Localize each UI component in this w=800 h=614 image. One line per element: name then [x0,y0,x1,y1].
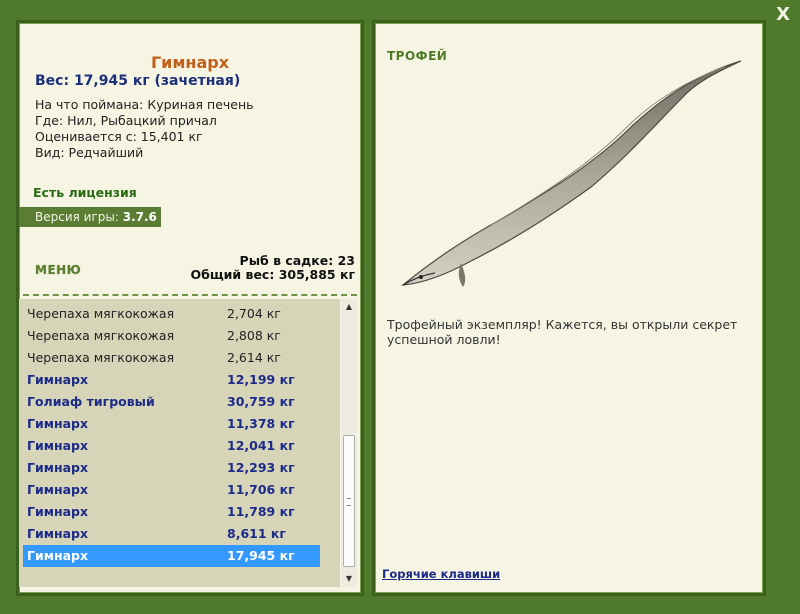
list-item[interactable]: Гимнарх 11,378 кг [23,413,320,435]
location-line: Где: Нил, Рыбацкий причал [35,113,217,128]
fish-weight-cell: 17,945 кг [227,548,295,563]
fish-weight-cell: 11,378 кг [227,416,295,431]
fish-name-cell: Голиаф тигровый [27,394,155,409]
fish-weight-cell: 30,759 кг [227,394,295,409]
list-item[interactable]: Черепаха мягкокожая 2,808 кг [23,325,320,347]
divider [23,294,357,296]
fish-name-cell: Черепаха мягкокожая [27,306,175,321]
list-item[interactable]: Голиаф тигровый 30,759 кг [23,391,320,413]
scroll-down-icon[interactable]: ▼ [341,571,357,587]
eel-fish-image [401,60,742,287]
list-item[interactable]: Гимнарх 12,199 кг [23,369,320,391]
fish-weight-cell: 11,706 кг [227,482,295,497]
version-label: Версия игры: [35,210,119,224]
rarity-line: Вид: Редчайший [35,145,144,160]
license-status: Есть лицензия [33,185,137,200]
version-value: 3.7.6 [122,210,157,224]
fish-weight-cell: 11,789 кг [227,504,295,519]
trophy-threshold-line: Оценивается с: 15,401 кг [35,129,203,144]
version-badge: Версия игры: 3.7.6 [19,207,161,227]
fish-weight-cell: 2,704 кг [227,306,281,321]
fish-weight-cell: 12,293 кг [227,460,295,475]
catch-list[interactable]: Черепаха мягкокожая 2,704 кг Черепаха мягк… [19,299,340,587]
list-item[interactable]: Гимнарх 11,706 кг [23,479,320,501]
list-item[interactable]: Черепаха мягкокожая 2,704 кг [23,303,320,325]
close-icon[interactable]: X [776,4,790,25]
trophy-description: Трофейный экземпляр! Кажется, вы открыли… [387,317,738,347]
cage-count: Рыб в садке: 23 [239,253,355,268]
scroll-up-icon[interactable]: ▲ [341,299,357,315]
list-item[interactable]: Гимнарх 12,041 кг [23,435,320,457]
fish-name-cell: Гимнарх [27,416,89,431]
fish-name-cell: Гимнарх [27,372,89,387]
menu-button[interactable]: МЕНЮ [35,263,81,277]
fish-weight-cell: 2,614 кг [227,350,281,365]
fish-weight-cell: 8,611 кг [227,526,286,541]
list-scrollbar[interactable]: ▲ ▼ [341,299,357,587]
list-item[interactable]: Гимнарх 12,293 кг [23,457,320,479]
list-item[interactable]: Гимнарх 11,789 кг [23,501,320,523]
hotkeys-link[interactable]: Горячие клавиши [382,567,500,581]
fish-name-cell: Гимнарх [27,438,89,453]
cage-summary: Рыб в садке: 23 Общий вес: 305,885 кг [191,254,356,282]
fish-name-cell: Гимнарх [27,460,89,475]
fish-name-cell: Черепаха мягкокожая [27,350,175,365]
list-item[interactable]: Гимнарх 8,611 кг [23,523,320,545]
cage-total-weight: Общий вес: 305,885 кг [190,267,356,282]
fish-weight-cell: 2,808 кг [227,328,281,343]
fish-weight: Вес: 17,945 кг (зачетная) [35,73,241,89]
fish-weight-cell: 12,041 кг [227,438,295,453]
fish-weight-cell: 12,199 кг [227,372,295,387]
list-item[interactable]: Черепаха мягкокожая 2,614 кг [23,347,320,369]
trophy-panel: ТРОФЕЙ Трофейный экземпляр! Кажется, вы … [372,20,766,596]
scroll-thumb[interactable] [343,435,355,567]
list-item-selected[interactable]: Гимнарх 17,945 кг [23,545,320,567]
fish-name-cell: Гимнарх [27,482,89,497]
fish-name-cell: Гимнарх [27,504,89,519]
fish-name-cell: Гимнарх [27,526,89,541]
fish-name-cell: Черепаха мягкокожая [27,328,175,343]
catch-info-panel: Гимнарх Вес: 17,945 кг (зачетная) На что… [16,20,364,596]
catch-details: На что поймана: Куриная печень Где: Нил,… [35,97,254,161]
fish-name: Гимнарх [150,53,230,72]
bait-line: На что поймана: Куриная печень [35,97,254,112]
fish-name-cell: Гимнарх [27,548,89,563]
